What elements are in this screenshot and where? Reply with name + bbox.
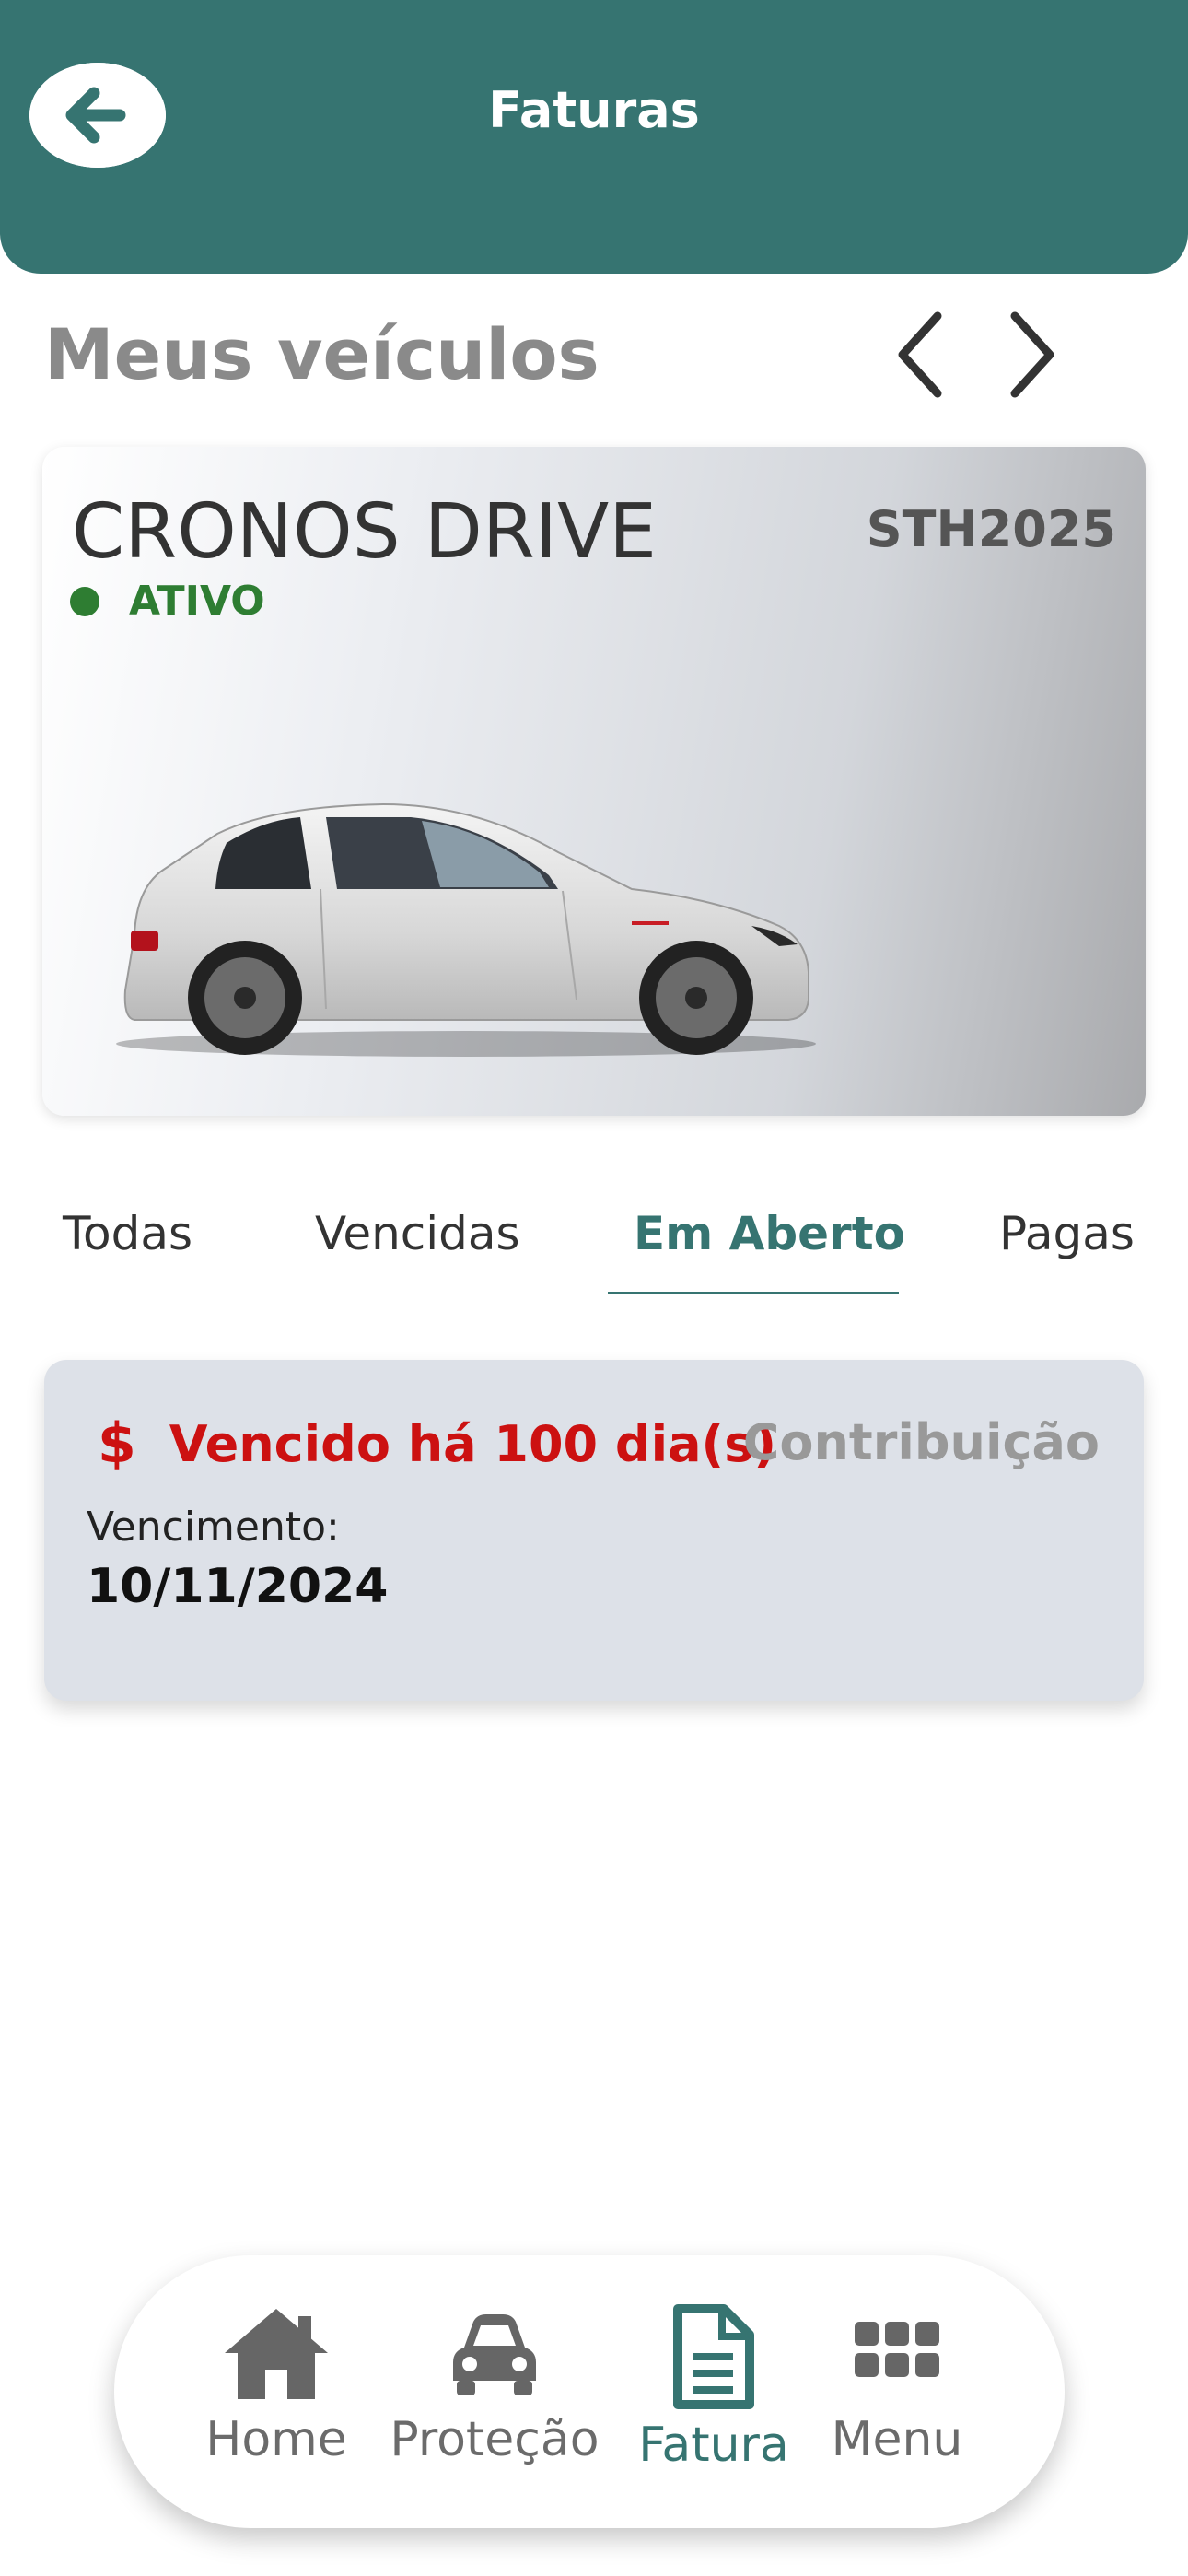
nav-item-fatura[interactable]: Fatura [638, 2303, 789, 2473]
vehicle-status-label: ATIVO [129, 578, 265, 625]
vehicles-section-title: Meus veículos [44, 313, 600, 395]
nav-item-home[interactable]: Home [205, 2303, 347, 2467]
chevron-left-icon [898, 311, 942, 398]
nav-label-menu: Menu [831, 2412, 963, 2467]
bottom-navigation: Home Proteção Fatura Menu [114, 2255, 1065, 2528]
invoice-status-text: Vencido há 100 dia(s) [169, 1414, 777, 1473]
car-icon [453, 2314, 536, 2395]
due-date-value: 10/11/2024 [87, 1559, 389, 1614]
nav-item-protecao[interactable]: Proteção [390, 2303, 600, 2467]
app-header: Faturas [0, 0, 1188, 274]
invoice-card[interactable]: $ Vencido há 100 dia(s) Contribuição Ven… [44, 1360, 1144, 1701]
next-vehicle-button[interactable] [996, 304, 1070, 405]
due-date-label: Vencimento: [87, 1504, 340, 1551]
dollar-icon: $ [98, 1411, 136, 1476]
page-title: Faturas [488, 81, 700, 139]
car-image [116, 802, 816, 1057]
status-dot-icon [70, 586, 99, 616]
invoice-type: Contribuição [742, 1413, 1100, 1471]
tab-vencidas[interactable]: Vencidas [315, 1207, 520, 1260]
nav-item-menu[interactable]: Menu [831, 2303, 963, 2467]
nav-label-protecao: Proteção [390, 2412, 600, 2467]
nav-label-fatura: Fatura [638, 2418, 789, 2473]
invoice-tabs: Todas Vencidas Em Aberto Pagas [0, 1188, 1188, 1299]
vehicle-status: ATIVO [70, 578, 265, 625]
tab-todas[interactable]: Todas [63, 1207, 192, 1260]
vehicle-name: CRONOS DRIVE [72, 488, 657, 576]
prev-vehicle-button[interactable] [882, 304, 956, 405]
nav-label-home: Home [205, 2412, 347, 2467]
document-icon [673, 2304, 754, 2409]
vehicle-plate: STH2025 [866, 500, 1116, 558]
active-tab-indicator [608, 1292, 899, 1294]
grid-icon [855, 2322, 939, 2377]
vehicle-card[interactable]: CRONOS DRIVE STH2025 ATIVO [42, 447, 1146, 1116]
tab-pagas[interactable]: Pagas [999, 1207, 1135, 1260]
invoice-status: $ Vencido há 100 dia(s) [98, 1411, 776, 1476]
chevron-right-icon [1010, 311, 1054, 398]
home-icon [225, 2309, 328, 2399]
tab-em-aberto[interactable]: Em Aberto [634, 1207, 905, 1260]
